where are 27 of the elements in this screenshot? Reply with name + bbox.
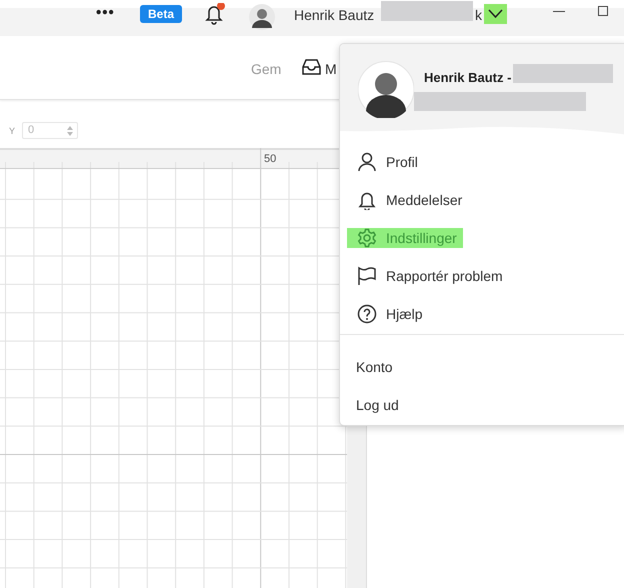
bell-icon[interactable] — [203, 3, 225, 25]
user-name: k — [475, 6, 482, 25]
maximize-icon[interactable] — [598, 6, 608, 16]
menu-item[interactable]: Log ud — [356, 394, 399, 416]
y-value: 0 — [27, 123, 36, 138]
ruler-label: 50 — [264, 152, 276, 167]
avatar-icon — [358, 61, 414, 118]
user-name: Henrik Bautz — [294, 6, 374, 25]
person-icon — [357, 152, 377, 172]
avatar-icon[interactable] — [248, 4, 276, 30]
menu-item[interactable]: Meddelelser — [347, 190, 468, 210]
minimize-icon[interactable] — [553, 11, 565, 13]
inbox-icon[interactable] — [302, 59, 321, 75]
menu-item[interactable]: Profil — [347, 152, 424, 172]
more-button[interactable]: ••• — [96, 2, 115, 24]
user-name: Henrik Bautz - — [424, 69, 512, 87]
chevron-down-icon[interactable] — [484, 4, 507, 24]
menu-item[interactable]: Konto — [356, 356, 393, 378]
settings-icon — [357, 228, 377, 248]
help-icon — [357, 304, 377, 324]
bell-icon — [357, 190, 377, 210]
menu-item[interactable]: Rapportér problem — [347, 266, 509, 286]
beta-badge: Beta — [140, 5, 182, 23]
y-label: Y — [9, 125, 16, 138]
flag-icon — [357, 266, 377, 286]
menu-item[interactable]: Hjælp — [347, 304, 429, 324]
mail-button[interactable]: M — [325, 59, 337, 80]
